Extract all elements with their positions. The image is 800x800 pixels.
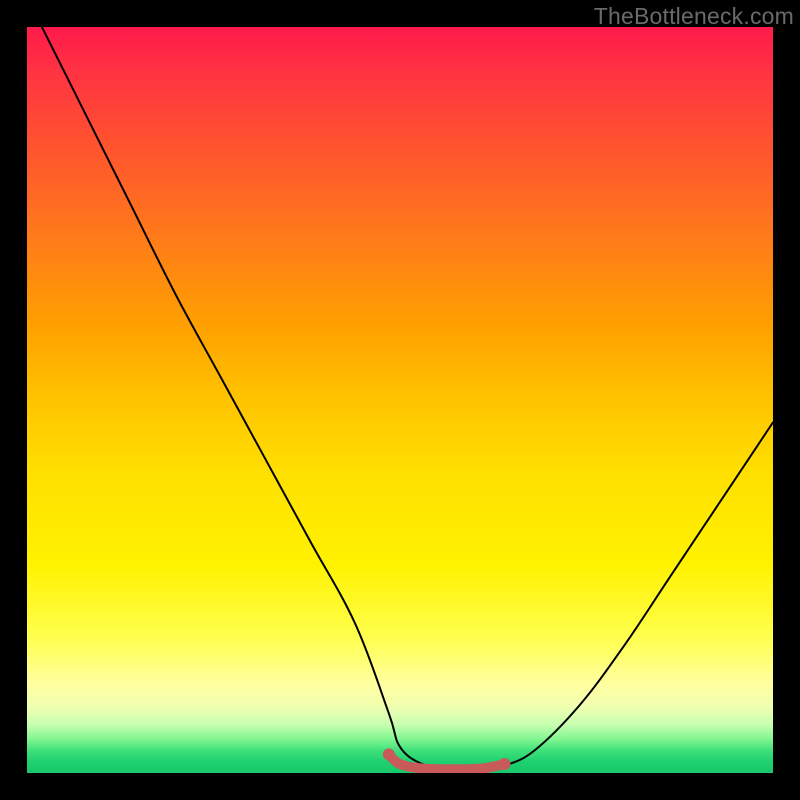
optimum-zone [383,748,511,770]
chart-frame [27,27,773,773]
bottleneck-curve [42,27,773,770]
chart-svg [27,27,773,773]
watermark-text: TheBottleneck.com [594,3,794,30]
